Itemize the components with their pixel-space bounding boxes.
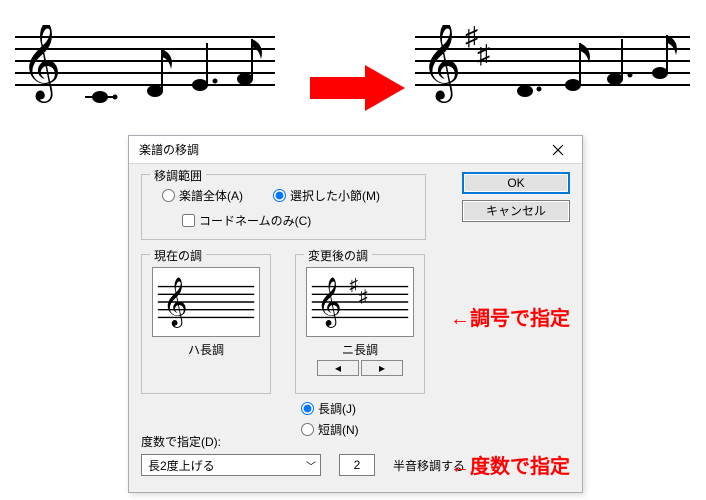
ok-button[interactable]: OK	[462, 172, 570, 194]
degree-label: 度数で指定(D):	[141, 433, 570, 450]
illustration-row: 𝄞	[15, 25, 695, 115]
before-staff: 𝄞	[15, 25, 275, 108]
checkbox-chord-input[interactable]	[182, 214, 195, 227]
cancel-button[interactable]: キャンセル	[462, 200, 570, 222]
svg-text:♯: ♯	[349, 275, 358, 294]
dialog-titlebar: 楽譜の移調	[129, 136, 582, 164]
range-legend: 移調範囲	[150, 167, 206, 184]
after-staff: 𝄞 ♯ ♯	[415, 25, 690, 108]
current-key-fieldset: 現在の調 𝄞 ハ長調	[141, 254, 271, 394]
checkbox-chord-label: コードネームのみ(C)	[199, 212, 311, 229]
svg-text:𝄞: 𝄞	[421, 25, 461, 103]
dialog-title: 楽譜の移調	[139, 141, 199, 158]
mini-staff-target: 𝄞 ♯ ♯	[307, 274, 413, 330]
target-key-fieldset: 変更後の調 𝄞 ♯ ♯	[295, 254, 425, 394]
radio-selected-input[interactable]	[273, 189, 286, 202]
degree-combo[interactable]: 長2度上げる ﹀	[141, 454, 321, 476]
annotation-degree: ←度数で指定	[450, 450, 570, 479]
triangle-left-icon: ◂	[335, 361, 341, 375]
key-prev-button[interactable]: ◂	[317, 360, 359, 376]
degree-combo-value: 長2度上げる	[148, 457, 215, 474]
radio-selected-label: 選択した小節(M)	[290, 187, 380, 204]
svg-text:𝄞: 𝄞	[317, 277, 342, 327]
target-key-column: 変更後の調 𝄞 ♯ ♯	[295, 254, 425, 438]
staff-svg-before: 𝄞	[15, 25, 275, 105]
current-key-name: ハ長調	[152, 341, 260, 358]
close-icon	[552, 144, 564, 156]
target-key-legend: 変更後の調	[304, 247, 372, 264]
current-key-legend: 現在の調	[150, 247, 206, 264]
key-stepper: ◂ ▸	[306, 360, 414, 376]
radio-major-label: 長調(J)	[318, 400, 356, 417]
semitone-input[interactable]: 2	[339, 454, 375, 476]
range-fieldset: 移調範囲 楽譜全体(A) 選択した小節(M) コードネームのみ(C)	[141, 174, 426, 240]
chevron-down-icon: ﹀	[306, 458, 316, 473]
svg-text:𝄞: 𝄞	[163, 277, 188, 327]
triangle-right-icon: ▸	[379, 361, 385, 375]
radio-whole-label: 楽譜全体(A)	[179, 187, 243, 204]
radio-whole-input[interactable]	[162, 189, 175, 202]
close-button[interactable]	[540, 139, 576, 161]
svg-text:♯: ♯	[477, 40, 490, 69]
transpose-arrow	[310, 65, 405, 111]
checkbox-chord-only[interactable]: コードネームのみ(C)	[182, 212, 415, 229]
dialog-button-column: OK キャンセル	[462, 172, 570, 222]
target-key-name: ニ長調	[306, 341, 414, 358]
keys-row: 現在の調 𝄞 ハ長調	[141, 254, 570, 438]
current-key-preview: 𝄞	[152, 267, 260, 337]
svg-text:𝄞: 𝄞	[21, 25, 61, 103]
key-next-button[interactable]: ▸	[361, 360, 403, 376]
arrow-icon	[310, 65, 405, 111]
svg-text:♯: ♯	[359, 287, 368, 306]
radio-whole-score[interactable]: 楽譜全体(A)	[162, 187, 243, 204]
mini-staff-current: 𝄞	[153, 274, 259, 330]
target-key-preview: 𝄞 ♯ ♯	[306, 267, 414, 337]
radio-selected-measures[interactable]: 選択した小節(M)	[273, 187, 380, 204]
radio-major-input[interactable]	[301, 402, 314, 415]
annotation-keysig: ←調号で指定	[450, 302, 570, 331]
staff-svg-after: 𝄞 ♯ ♯	[415, 25, 690, 105]
radio-major[interactable]: 長調(J)	[301, 400, 425, 417]
